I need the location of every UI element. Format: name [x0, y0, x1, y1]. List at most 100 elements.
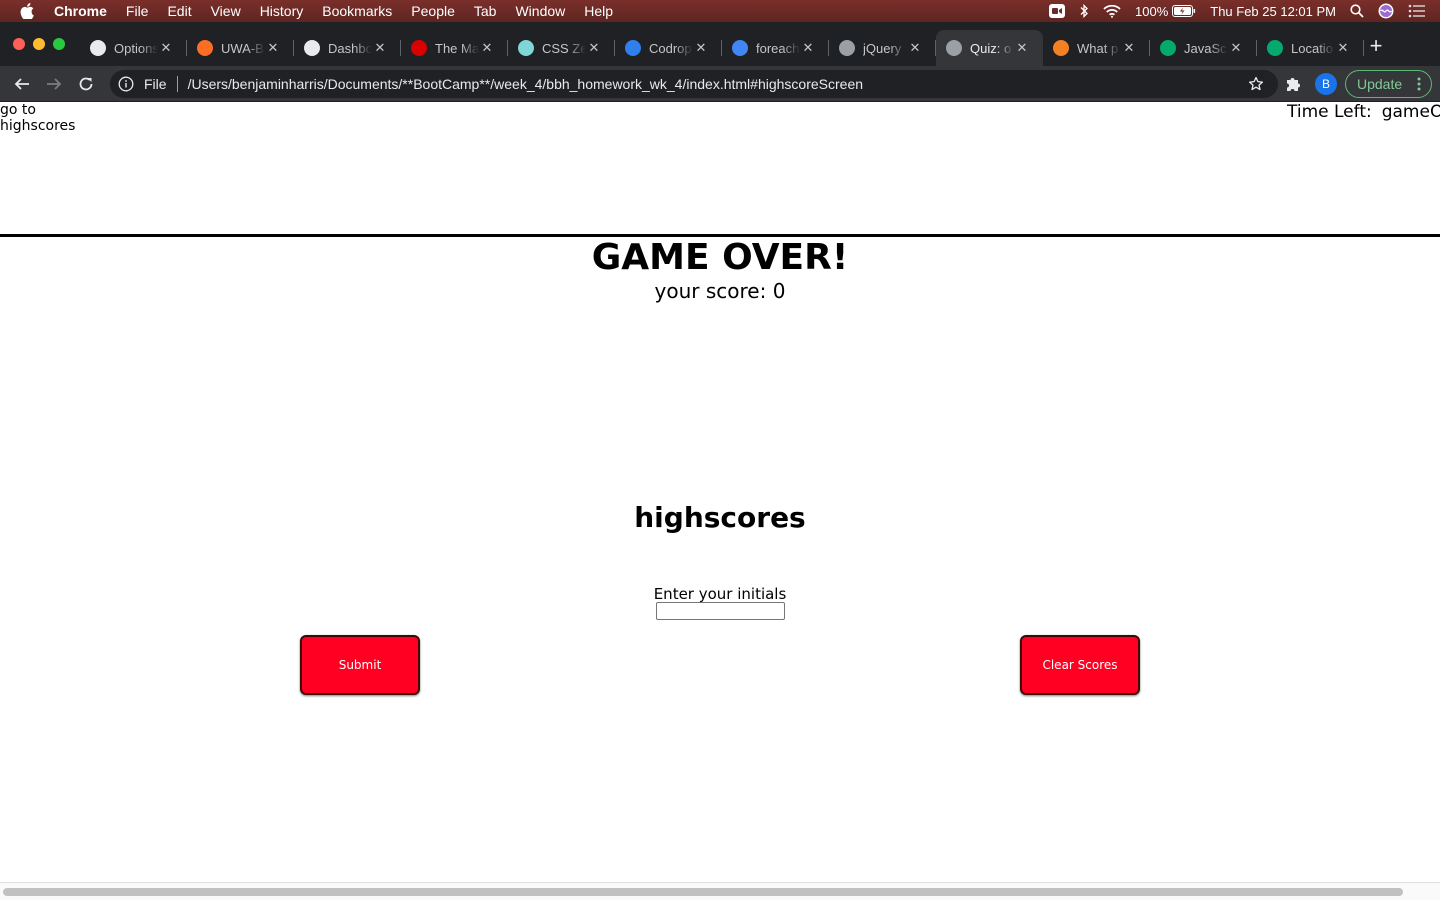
browser-tab[interactable]: UWA-B ✕ [187, 30, 294, 66]
tab-close-icon[interactable]: ✕ [266, 41, 280, 55]
menu-bookmarks[interactable]: Bookmarks [322, 0, 392, 22]
go-to-highscores-link[interactable]: go to highscores [0, 102, 90, 134]
menu-window[interactable]: Window [515, 0, 565, 22]
tab-close-icon[interactable]: ✕ [1122, 41, 1136, 55]
update-chrome-button[interactable]: Update [1345, 70, 1432, 98]
tab-title: Dashbo [328, 40, 372, 56]
page-viewport: go to highscores Time Left: gameO GAME OV… [0, 102, 1440, 900]
tab-title: Quiz: o [970, 40, 1012, 56]
tab-title: Locatio [1291, 40, 1333, 56]
final-score-text: your score: 0 [654, 279, 786, 303]
site-info-icon[interactable] [118, 76, 134, 92]
battery-percentage: 100% [1135, 3, 1169, 19]
tab-close-icon[interactable]: ✕ [480, 41, 494, 55]
tab-close-icon[interactable]: ✕ [1229, 41, 1243, 55]
menu-people[interactable]: People [411, 0, 455, 22]
profile-avatar[interactable]: B [1315, 73, 1337, 95]
tab-title: jQuery [863, 40, 902, 56]
update-label: Update [1357, 76, 1403, 92]
timer-value: gameO [1381, 102, 1440, 122]
browser-tab[interactable]: Quiz: o ✕ [936, 30, 1043, 66]
menu-help[interactable]: Help [584, 0, 613, 22]
address-bar[interactable]: File /Users/benjaminharris/Documents/**B… [110, 70, 1278, 98]
browser-tab[interactable]: Locatio ✕ [1257, 30, 1364, 66]
extensions-puzzle-icon[interactable] [1284, 75, 1302, 93]
scrollbar-thumb[interactable] [3, 888, 1403, 896]
tab-title: foreach [756, 40, 800, 56]
forward-button[interactable] [42, 72, 66, 96]
url-text[interactable]: /Users/benjaminharris/Documents/**BootCa… [188, 76, 863, 92]
spotlight-search-icon[interactable] [1350, 4, 1364, 18]
github-icon [90, 40, 106, 56]
browser-tab[interactable]: foreach ✕ [722, 30, 829, 66]
back-button[interactable] [10, 72, 34, 96]
window-minimize-button[interactable] [33, 38, 45, 50]
browser-tab[interactable]: CSS Ze ✕ [508, 30, 615, 66]
tab-title: UWA-B [221, 40, 264, 56]
tab-list: Options ✕ UWA-B ✕ Dashbo ✕ The Ma ✕ CSS Ze ✕ Codro… [80, 30, 1364, 66]
gitlab-icon [197, 40, 213, 56]
siri-icon[interactable] [1378, 3, 1394, 19]
globe-icon [304, 40, 320, 56]
browser-tab[interactable]: Codrop ✕ [615, 30, 722, 66]
reload-button[interactable] [74, 72, 98, 96]
tab-close-icon[interactable]: ✕ [159, 41, 173, 55]
codrops-icon [625, 40, 641, 56]
menu-view[interactable]: View [211, 0, 241, 22]
stackoverflow-icon [1053, 40, 1069, 56]
tab-close-icon[interactable]: ✕ [587, 41, 601, 55]
zoom-icon[interactable] [1049, 4, 1065, 18]
browser-tab[interactable]: jQuery ✕ [829, 30, 936, 66]
url-scheme-label: File [144, 76, 167, 92]
tab-title: JavaSc [1184, 40, 1227, 56]
clear-scores-button[interactable]: Clear Scores [1020, 635, 1140, 695]
menu-bar-status-area: 100% Thu Feb 25 12:01 PM [1049, 0, 1440, 22]
tab-title: What p [1077, 40, 1119, 56]
browser-tab[interactable]: The Ma ✕ [401, 30, 508, 66]
tab-close-icon[interactable]: ✕ [801, 41, 815, 55]
menu-file[interactable]: File [126, 0, 149, 22]
url-separator [176, 76, 178, 92]
tab-title: Codrop [649, 40, 692, 56]
bluetooth-icon[interactable] [1079, 4, 1089, 18]
tab-close-icon[interactable]: ✕ [694, 41, 708, 55]
submit-button[interactable]: Submit [300, 635, 420, 695]
browser-tab[interactable]: JavaSc ✕ [1150, 30, 1257, 66]
horizontal-scrollbar[interactable] [0, 882, 1440, 900]
wifi-icon[interactable] [1103, 4, 1121, 18]
w3schools-icon [1267, 40, 1283, 56]
globe-icon [946, 40, 962, 56]
menu-edit[interactable]: Edit [167, 0, 191, 22]
browser-toolbar: File /Users/benjaminharris/Documents/**B… [0, 66, 1440, 102]
menu-tab[interactable]: Tab [474, 0, 497, 22]
menu-app-chrome[interactable]: Chrome [54, 0, 107, 22]
csszengarden-icon [518, 40, 534, 56]
tab-close-icon[interactable]: ✕ [1015, 41, 1029, 55]
window-close-button[interactable] [13, 38, 25, 50]
globe-icon [839, 40, 855, 56]
tab-title: Options [114, 40, 158, 56]
browser-tab[interactable]: What p ✕ [1043, 30, 1150, 66]
menu-bar-clock[interactable]: Thu Feb 25 12:01 PM [1210, 4, 1336, 19]
bookmark-star-icon[interactable] [1248, 76, 1264, 92]
timer-display: Time Left: gameO [1287, 102, 1440, 122]
initials-input[interactable] [656, 602, 785, 620]
new-tab-button[interactable]: + [1366, 35, 1386, 57]
apple-icon[interactable] [18, 2, 36, 20]
tab-close-icon[interactable]: ✕ [908, 41, 922, 55]
tab-title: CSS Ze [542, 40, 586, 56]
menu-history[interactable]: History [260, 0, 304, 22]
tab-close-icon[interactable]: ✕ [1336, 41, 1350, 55]
window-fullscreen-button[interactable] [53, 38, 65, 50]
game-over-heading: GAME OVER! [591, 237, 849, 278]
google-icon [732, 40, 748, 56]
browser-tab-strip: Options ✕ UWA-B ✕ Dashbo ✕ The Ma ✕ CSS Ze ✕ Codro… [0, 22, 1440, 66]
browser-tab[interactable]: Options ✕ [80, 30, 187, 66]
timer-label: Time Left: [1287, 102, 1372, 122]
battery-icon[interactable] [1172, 5, 1196, 17]
notification-center-icon[interactable] [1408, 4, 1426, 18]
tab-close-icon[interactable]: ✕ [373, 41, 387, 55]
w3schools-icon [1160, 40, 1176, 56]
browser-tab[interactable]: Dashbo ✕ [294, 30, 401, 66]
kebab-menu-icon[interactable] [1417, 76, 1421, 95]
